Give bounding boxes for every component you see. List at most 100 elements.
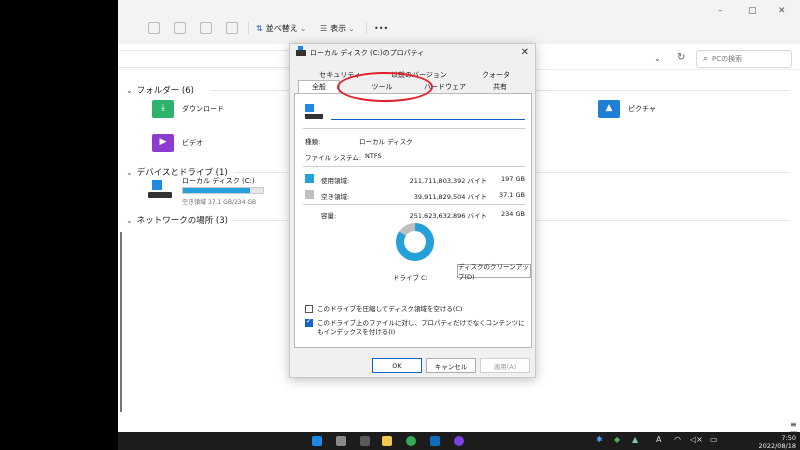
battery-icon[interactable]: ▭ xyxy=(710,435,718,444)
maximize-button[interactable]: ▢ xyxy=(748,6,757,16)
divider xyxy=(303,128,525,129)
view-label: 表示 xyxy=(330,23,347,33)
video-folder-icon: ▶ xyxy=(152,134,174,152)
drive-label-input[interactable] xyxy=(331,106,525,120)
clock-date: 2022/08/18 xyxy=(758,442,796,450)
pictures-folder-icon: ▲ xyxy=(598,100,620,118)
cancel-button[interactable]: キャンセル xyxy=(426,358,476,373)
sort-label: 並べ替え xyxy=(265,23,298,33)
close-button[interactable]: ✕ xyxy=(778,6,786,16)
used-space-bytes: 211,711,803,392 バイト xyxy=(409,177,487,185)
folder-pictures[interactable]: ▲ ピクチャ xyxy=(598,100,656,118)
minimize-button[interactable]: – xyxy=(718,6,723,16)
view-icon: ☰ xyxy=(320,23,328,33)
paste-icon xyxy=(200,22,212,34)
folder-videos[interactable]: ▶ ビデオ xyxy=(152,134,203,152)
folder-name: ピクチャ xyxy=(628,105,656,113)
divider xyxy=(303,166,525,167)
start-icon[interactable] xyxy=(312,436,322,446)
clock-time: 7:50 xyxy=(781,434,796,442)
search-input[interactable]: ⌕ PCの検索 xyxy=(696,50,792,68)
free-space-gb: 37.1 GB xyxy=(498,191,525,199)
disk-usage-donut xyxy=(396,223,434,261)
drive-icon xyxy=(296,46,306,56)
used-space-gb: 197 GB xyxy=(501,175,525,183)
chevron-down-icon: ⌄ xyxy=(126,167,133,177)
cut-icon xyxy=(148,22,160,34)
search-icon[interactable] xyxy=(336,436,346,446)
divider xyxy=(303,204,525,205)
hard-drive-icon xyxy=(148,180,172,200)
tab-sharing[interactable]: 共有 xyxy=(480,82,520,92)
drive-usage-fill xyxy=(183,188,251,193)
app-icon[interactable] xyxy=(454,436,464,446)
chevron-down-icon: ⌄ xyxy=(126,215,133,225)
search-placeholder: PCの検索 xyxy=(712,55,743,63)
filesystem-label: ファイル システム: xyxy=(305,154,362,162)
clock[interactable]: 7:50 2022/08/18 xyxy=(756,434,796,450)
paste-button[interactable] xyxy=(200,20,212,36)
drive-name: ローカル ディスク (C:) xyxy=(182,177,255,185)
free-space-bytes: 39,911,829,504 バイト xyxy=(413,193,487,201)
dialog-title: ローカル ディスク (C:)のプロパティ xyxy=(310,49,425,57)
capacity-gb: 234 GB xyxy=(501,210,525,218)
compress-checkbox[interactable] xyxy=(305,305,313,313)
chevron-down-icon: ⌄ xyxy=(348,23,355,33)
highlight-annotation xyxy=(337,72,433,102)
scrollbar[interactable] xyxy=(120,232,122,412)
drive-usage-bar xyxy=(182,187,264,194)
section-folders-label: フォルダー (6) xyxy=(136,86,194,96)
view-button[interactable]: ☰ 表示 ⌄ xyxy=(320,20,355,36)
copy-icon xyxy=(174,22,186,34)
search-icon: ⌕ xyxy=(703,54,709,64)
chrome-icon[interactable] xyxy=(406,436,416,446)
address-history-chevron-icon[interactable]: ⌄ xyxy=(654,54,661,63)
free-space-swatch xyxy=(305,190,314,199)
wifi-icon[interactable]: ◠ xyxy=(674,435,681,444)
hard-drive-icon xyxy=(305,104,323,120)
outlook-icon[interactable] xyxy=(430,436,440,446)
apply-button[interactable]: 適用(A) xyxy=(480,358,530,373)
drive-c-item[interactable]: ローカル ディスク (C:) 空き領域 37.1 GB/234 GB xyxy=(148,176,288,210)
drive-letter-label: ドライブ C: xyxy=(393,274,428,282)
index-checkbox[interactable] xyxy=(305,317,313,327)
sort-button[interactable]: ⇅ 並べ替え ⌄ xyxy=(256,20,306,36)
index-label: このドライブ上のファイルに対し、プロパティだけでなくコンテンツにもインデックスを… xyxy=(317,319,525,336)
command-bar: ⇅ 並べ替え ⌄ ☰ 表示 ⌄ ••• – ▢ ✕ xyxy=(118,0,800,44)
capacity-label: 容量: xyxy=(321,212,337,220)
more-options-button[interactable]: ••• xyxy=(374,20,388,36)
chevron-down-icon: ⌄ xyxy=(299,23,307,33)
ime-indicator[interactable]: A xyxy=(656,435,661,444)
refresh-icon[interactable]: ↻ xyxy=(677,52,685,63)
section-network-label: ネットワークの場所 (3) xyxy=(136,216,228,226)
delete-button[interactable] xyxy=(226,20,238,36)
file-explorer-icon[interactable] xyxy=(382,436,392,446)
disk-cleanup-button[interactable]: ディスクのクリーンアップ(D) xyxy=(457,263,531,281)
capacity-bytes: 251,623,632,896 バイト xyxy=(409,212,487,220)
compress-label: このドライブを圧縮してディスク領域を空ける(C) xyxy=(317,305,463,313)
folder-name: ビデオ xyxy=(182,139,203,147)
bluetooth-icon[interactable]: ✱ xyxy=(596,435,603,444)
tab-quota[interactable]: クォータ xyxy=(476,70,516,80)
dialog-close-button[interactable]: ✕ xyxy=(521,47,529,58)
network-tray-icon[interactable]: ▲ xyxy=(632,435,638,444)
copy-button[interactable] xyxy=(174,20,186,36)
download-folder-icon: ⤓ xyxy=(152,100,174,118)
tab-general[interactable]: 全般 xyxy=(298,82,340,92)
section-folders[interactable]: ⌄ フォルダー (6) xyxy=(126,84,194,97)
sort-icon: ⇅ xyxy=(256,23,263,33)
volume-icon[interactable]: ◁× xyxy=(690,435,703,444)
type-label: 種類: xyxy=(305,138,321,146)
general-tab-panel: 種類: ローカル ディスク ファイル システム: NTFS 使用領域: 211,… xyxy=(294,94,532,348)
folder-downloads[interactable]: ⤓ ダウンロード xyxy=(152,100,224,118)
dialog-title-bar: ローカル ディスク (C:)のプロパティ ✕ xyxy=(290,44,535,62)
task-view-icon[interactable] xyxy=(360,436,370,446)
ok-button[interactable]: OK xyxy=(372,358,422,373)
toolbar-divider xyxy=(248,22,249,34)
drive-free-space: 空き領域 37.1 GB/234 GB xyxy=(182,199,257,206)
chevron-down-icon: ⌄ xyxy=(126,85,133,95)
security-icon[interactable]: ◆ xyxy=(614,435,620,444)
cut-button[interactable] xyxy=(148,20,160,36)
used-space-swatch xyxy=(305,174,314,183)
section-network[interactable]: ⌄ ネットワークの場所 (3) xyxy=(126,214,228,227)
